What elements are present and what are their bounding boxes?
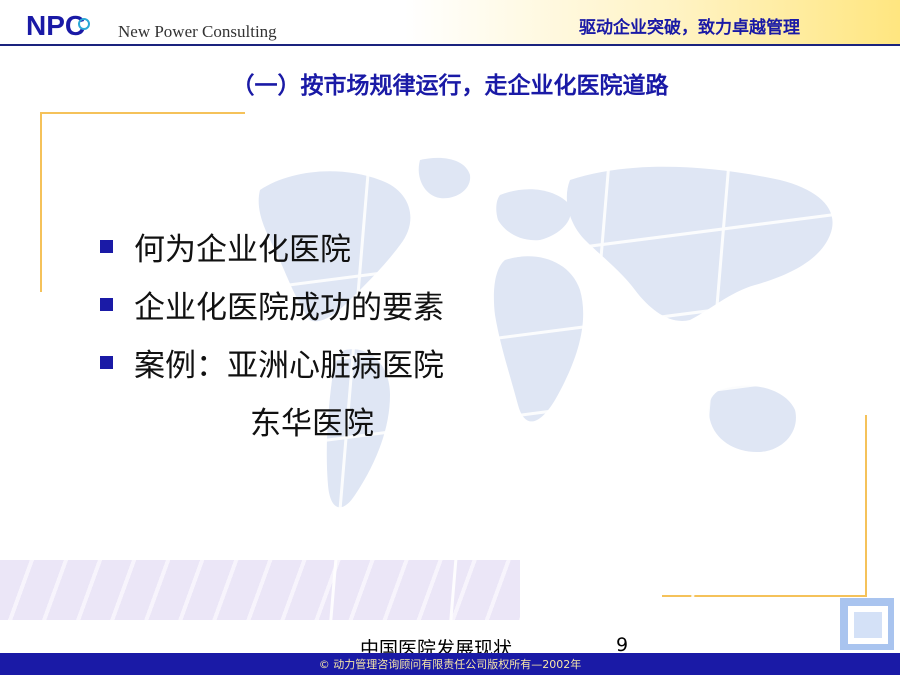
bullet-square-icon: [100, 298, 113, 311]
npc-logo-icon: NPC: [26, 10, 90, 41]
header-divider: [0, 44, 900, 46]
company-name: New Power Consulting: [118, 22, 277, 41]
slide-title: （一）按市场规律运行，走企业化医院道路: [231, 73, 669, 99]
copyright-text: © 动力管理咨询顾问有限责任公司版权所有—2002年: [318, 658, 582, 671]
world-map-icon: [250, 150, 870, 630]
logo-text: NPC: [26, 10, 85, 41]
corner-square-icon: [840, 598, 894, 650]
bullet-square-icon: [100, 240, 113, 253]
bullet-text: 何为企业化医院: [134, 232, 351, 268]
slide-header: NPC New Power Consulting 驱动企业突破，致力卓越管理: [0, 0, 900, 44]
frame-line-top: [40, 112, 245, 114]
bullet-continuation: 东华医院: [250, 406, 374, 442]
bullet-square-icon: [100, 356, 113, 369]
bullet-text: 企业化医院成功的要素: [134, 290, 444, 326]
slogan: 驱动企业突破，致力卓越管理: [579, 18, 800, 38]
frame-line-left: [40, 112, 42, 292]
bullet-text: 案例：亚洲心脏病医院: [134, 348, 444, 384]
